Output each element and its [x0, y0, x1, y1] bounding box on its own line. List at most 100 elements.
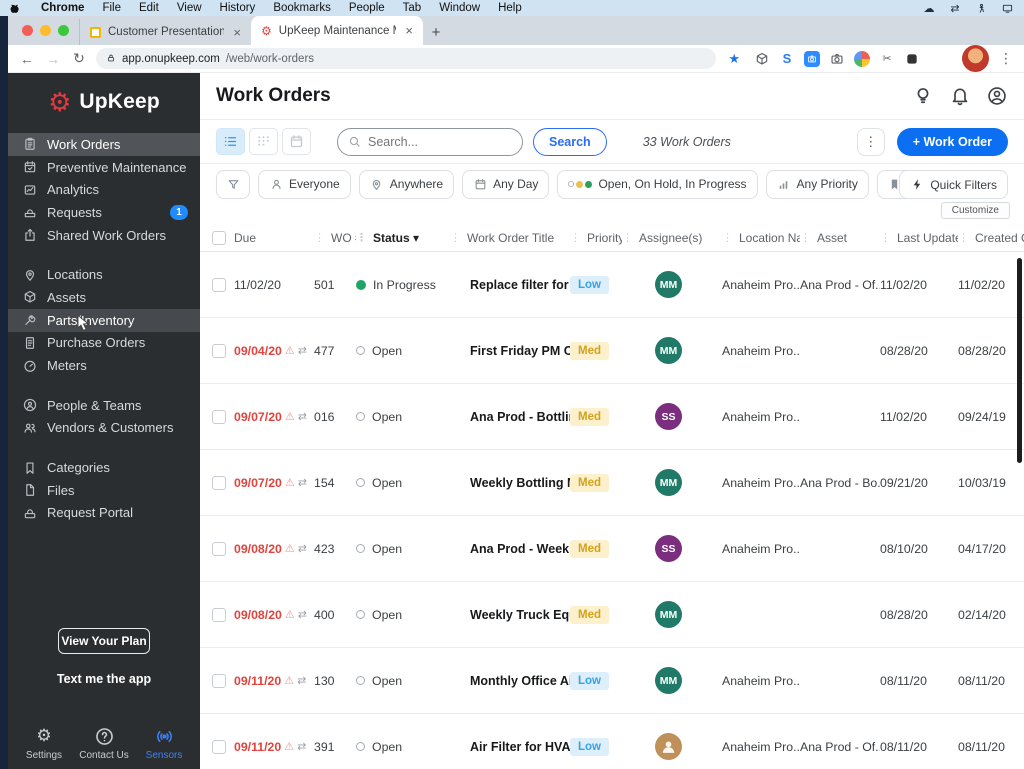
upkeep-logo[interactable]: ⚙ UpKeep [8, 73, 200, 130]
sync-icon[interactable]: ⇄ [948, 2, 962, 15]
search-input[interactable] [368, 134, 488, 149]
work-order-title[interactable]: First Friday PM Checks [450, 344, 570, 358]
forward-button[interactable]: → [44, 51, 62, 67]
menu-history[interactable]: History [211, 2, 265, 14]
browser-menu-icon[interactable]: ⋮ [998, 50, 1014, 67]
filter-chip-everyone[interactable]: Everyone [258, 169, 351, 199]
cloud-icon[interactable]: ☁ [922, 2, 936, 15]
work-order-title[interactable]: Weekly Bottling Main... [450, 476, 570, 490]
select-all-checkbox[interactable] [212, 230, 226, 245]
photos-extension-icon[interactable] [854, 50, 870, 67]
work-order-title[interactable]: Ana Prod - Bottling Li... [450, 410, 570, 424]
table-row-3[interactable]: 09/07/20⚠⇄016OpenAna Prod - Bottling Li.… [200, 384, 1024, 450]
quick-filters-button[interactable]: Quick Filters [899, 170, 1008, 199]
zoom-window-button[interactable] [58, 25, 69, 36]
column-header-work-order-title[interactable]: ⋮ Work Order Title [450, 231, 570, 245]
customize-button[interactable]: Customize [940, 202, 1010, 219]
column-header-asset[interactable]: ⋮ Asset [800, 231, 880, 245]
work-order-title[interactable]: Monthly Office Air Fil... [450, 674, 570, 688]
menu-file[interactable]: File [93, 2, 130, 14]
search-button[interactable]: Search [533, 127, 607, 156]
footer-contact-us[interactable]: Contact Us [74, 726, 134, 761]
bell-icon[interactable] [949, 85, 971, 107]
row-checkbox[interactable] [212, 409, 226, 424]
menu-people[interactable]: People [340, 2, 394, 14]
minimize-window-button[interactable] [40, 25, 51, 36]
row-checkbox[interactable] [212, 607, 226, 622]
work-order-title[interactable]: Weekly Truck Equip... [450, 608, 570, 622]
table-row-8[interactable]: 09/11/20 ⚠ ⇄ 391 Open Air Filter for HVAC Low A… [200, 714, 1024, 769]
sidebar-item-parts-inventory[interactable]: Parts/Inventory [8, 308, 200, 332]
row-checkbox[interactable] [212, 673, 226, 688]
address-bar[interactable]: app.onupkeep.com /web/work-orders [96, 48, 717, 69]
sidebar-item-categories[interactable]: Categories [8, 456, 200, 479]
bookmark-star-icon[interactable]: ★ [728, 51, 740, 67]
sidebar-item-preventive-maintenance[interactable]: Preventive Maintenance [8, 156, 200, 179]
work-order-title[interactable]: Replace filter for HVAC [450, 278, 570, 292]
filter-chip-anywhere[interactable]: Anywhere [358, 169, 455, 199]
new-tab-button[interactable]: + [423, 19, 449, 45]
more-options-button[interactable]: ⋮ [856, 127, 885, 156]
filter-chip-any-day[interactable]: Any Day [462, 169, 550, 199]
apple-menu-icon[interactable] [10, 3, 24, 14]
calendar-view-button[interactable] [282, 128, 311, 155]
display-icon[interactable] [1000, 2, 1014, 14]
extensions-puzzle-icon[interactable] [904, 51, 920, 67]
filter-chip-filter[interactable] [216, 169, 250, 199]
vertical-scrollbar[interactable] [1017, 258, 1022, 463]
board-view-button[interactable] [249, 128, 278, 155]
scissors-extension-icon[interactable]: ✂ [879, 51, 895, 67]
back-button[interactable]: ← [18, 51, 36, 67]
footer-sensors[interactable]: Sensors [134, 726, 194, 761]
table-row-5[interactable]: 09/08/20⚠⇄423OpenAna Prod - Weekly Ca...… [200, 516, 1024, 582]
sidebar-item-analytics[interactable]: Analytics [8, 178, 200, 201]
list-view-button[interactable] [216, 128, 245, 155]
column-header-due[interactable]: Due [234, 231, 314, 245]
reload-button[interactable]: ↻ [70, 50, 88, 67]
column-header-priority[interactable]: ⋮ Priority [570, 231, 622, 245]
table-row-4[interactable]: 09/07/20⚠⇄154OpenWeekly Bottling Main...… [200, 450, 1024, 516]
zoom-extension-icon[interactable] [804, 50, 820, 67]
sidebar-item-people-teams[interactable]: People & Teams [8, 394, 200, 417]
menu-help[interactable]: Help [489, 2, 531, 14]
menu-edit[interactable]: Edit [130, 2, 168, 14]
menu-bookmarks[interactable]: Bookmarks [264, 2, 340, 14]
column-header-last-updated[interactable]: ⋮ Last Updated [880, 231, 958, 245]
sidebar-item-work-orders[interactable]: Work Orders [8, 133, 200, 156]
row-checkbox[interactable] [212, 343, 226, 358]
sidebar-item-requests[interactable]: Requests 1 [8, 201, 200, 224]
browser-tab-2[interactable]: ⚙ UpKeep Maintenance Manage × [251, 16, 423, 45]
browser-tab-1[interactable]: Customer Presentation - Goo × [79, 19, 251, 45]
table-row-2[interactable]: 09/04/20⚠⇄477OpenFirst Friday PM ChecksM… [200, 318, 1024, 384]
camera-extension-icon[interactable] [829, 51, 845, 67]
menu-view[interactable]: View [168, 2, 211, 14]
sidebar-item-vendors-customers[interactable]: Vendors & Customers [8, 417, 200, 440]
menu-tab[interactable]: Tab [394, 2, 431, 14]
walker-icon[interactable] [974, 2, 988, 14]
text-me-the-app-link[interactable]: Text me the app [8, 672, 200, 686]
column-header-assignee-s-[interactable]: ⋮ Assignee(s) [622, 231, 722, 245]
table-row-1[interactable]: 11/02/20 501 In Progress Replace filter for… [200, 252, 1024, 318]
sidebar-item-files[interactable]: Files [8, 479, 200, 502]
row-checkbox[interactable] [212, 475, 226, 490]
tab-close-icon[interactable]: × [403, 23, 415, 38]
column-header-wo-[interactable]: ⋮ WO # [314, 231, 356, 245]
close-window-button[interactable] [22, 25, 33, 36]
sidebar-item-meters[interactable]: Meters [8, 354, 200, 377]
filter-chip-any-priority[interactable]: Any Priority [765, 169, 869, 199]
work-order-title[interactable]: Ana Prod - Weekly Ca... [450, 542, 570, 556]
menu-window[interactable]: Window [430, 2, 489, 14]
row-checkbox[interactable] [212, 739, 226, 754]
column-header-location-nam[interactable]: ⋮ Location Nam [722, 231, 800, 245]
work-order-title[interactable]: Air Filter for HVAC [450, 740, 570, 754]
sidebar-item-shared-work-orders[interactable]: Shared Work Orders [8, 224, 200, 247]
sidebar-item-assets[interactable]: Assets [8, 286, 200, 309]
sidebar-item-purchase-orders[interactable]: Purchase Orders [8, 332, 200, 355]
row-checkbox[interactable] [212, 541, 226, 556]
tab-close-icon[interactable]: × [231, 25, 243, 40]
table-row-7[interactable]: 09/11/20⚠⇄130OpenMonthly Office Air Fil.… [200, 648, 1024, 714]
browser-profile-avatar[interactable] [962, 45, 989, 72]
column-header-status[interactable]: ⋮ Status ▾ [356, 231, 450, 245]
column-header-created-on[interactable]: ⋮ Created On [958, 231, 1024, 245]
row-checkbox[interactable] [212, 277, 226, 292]
